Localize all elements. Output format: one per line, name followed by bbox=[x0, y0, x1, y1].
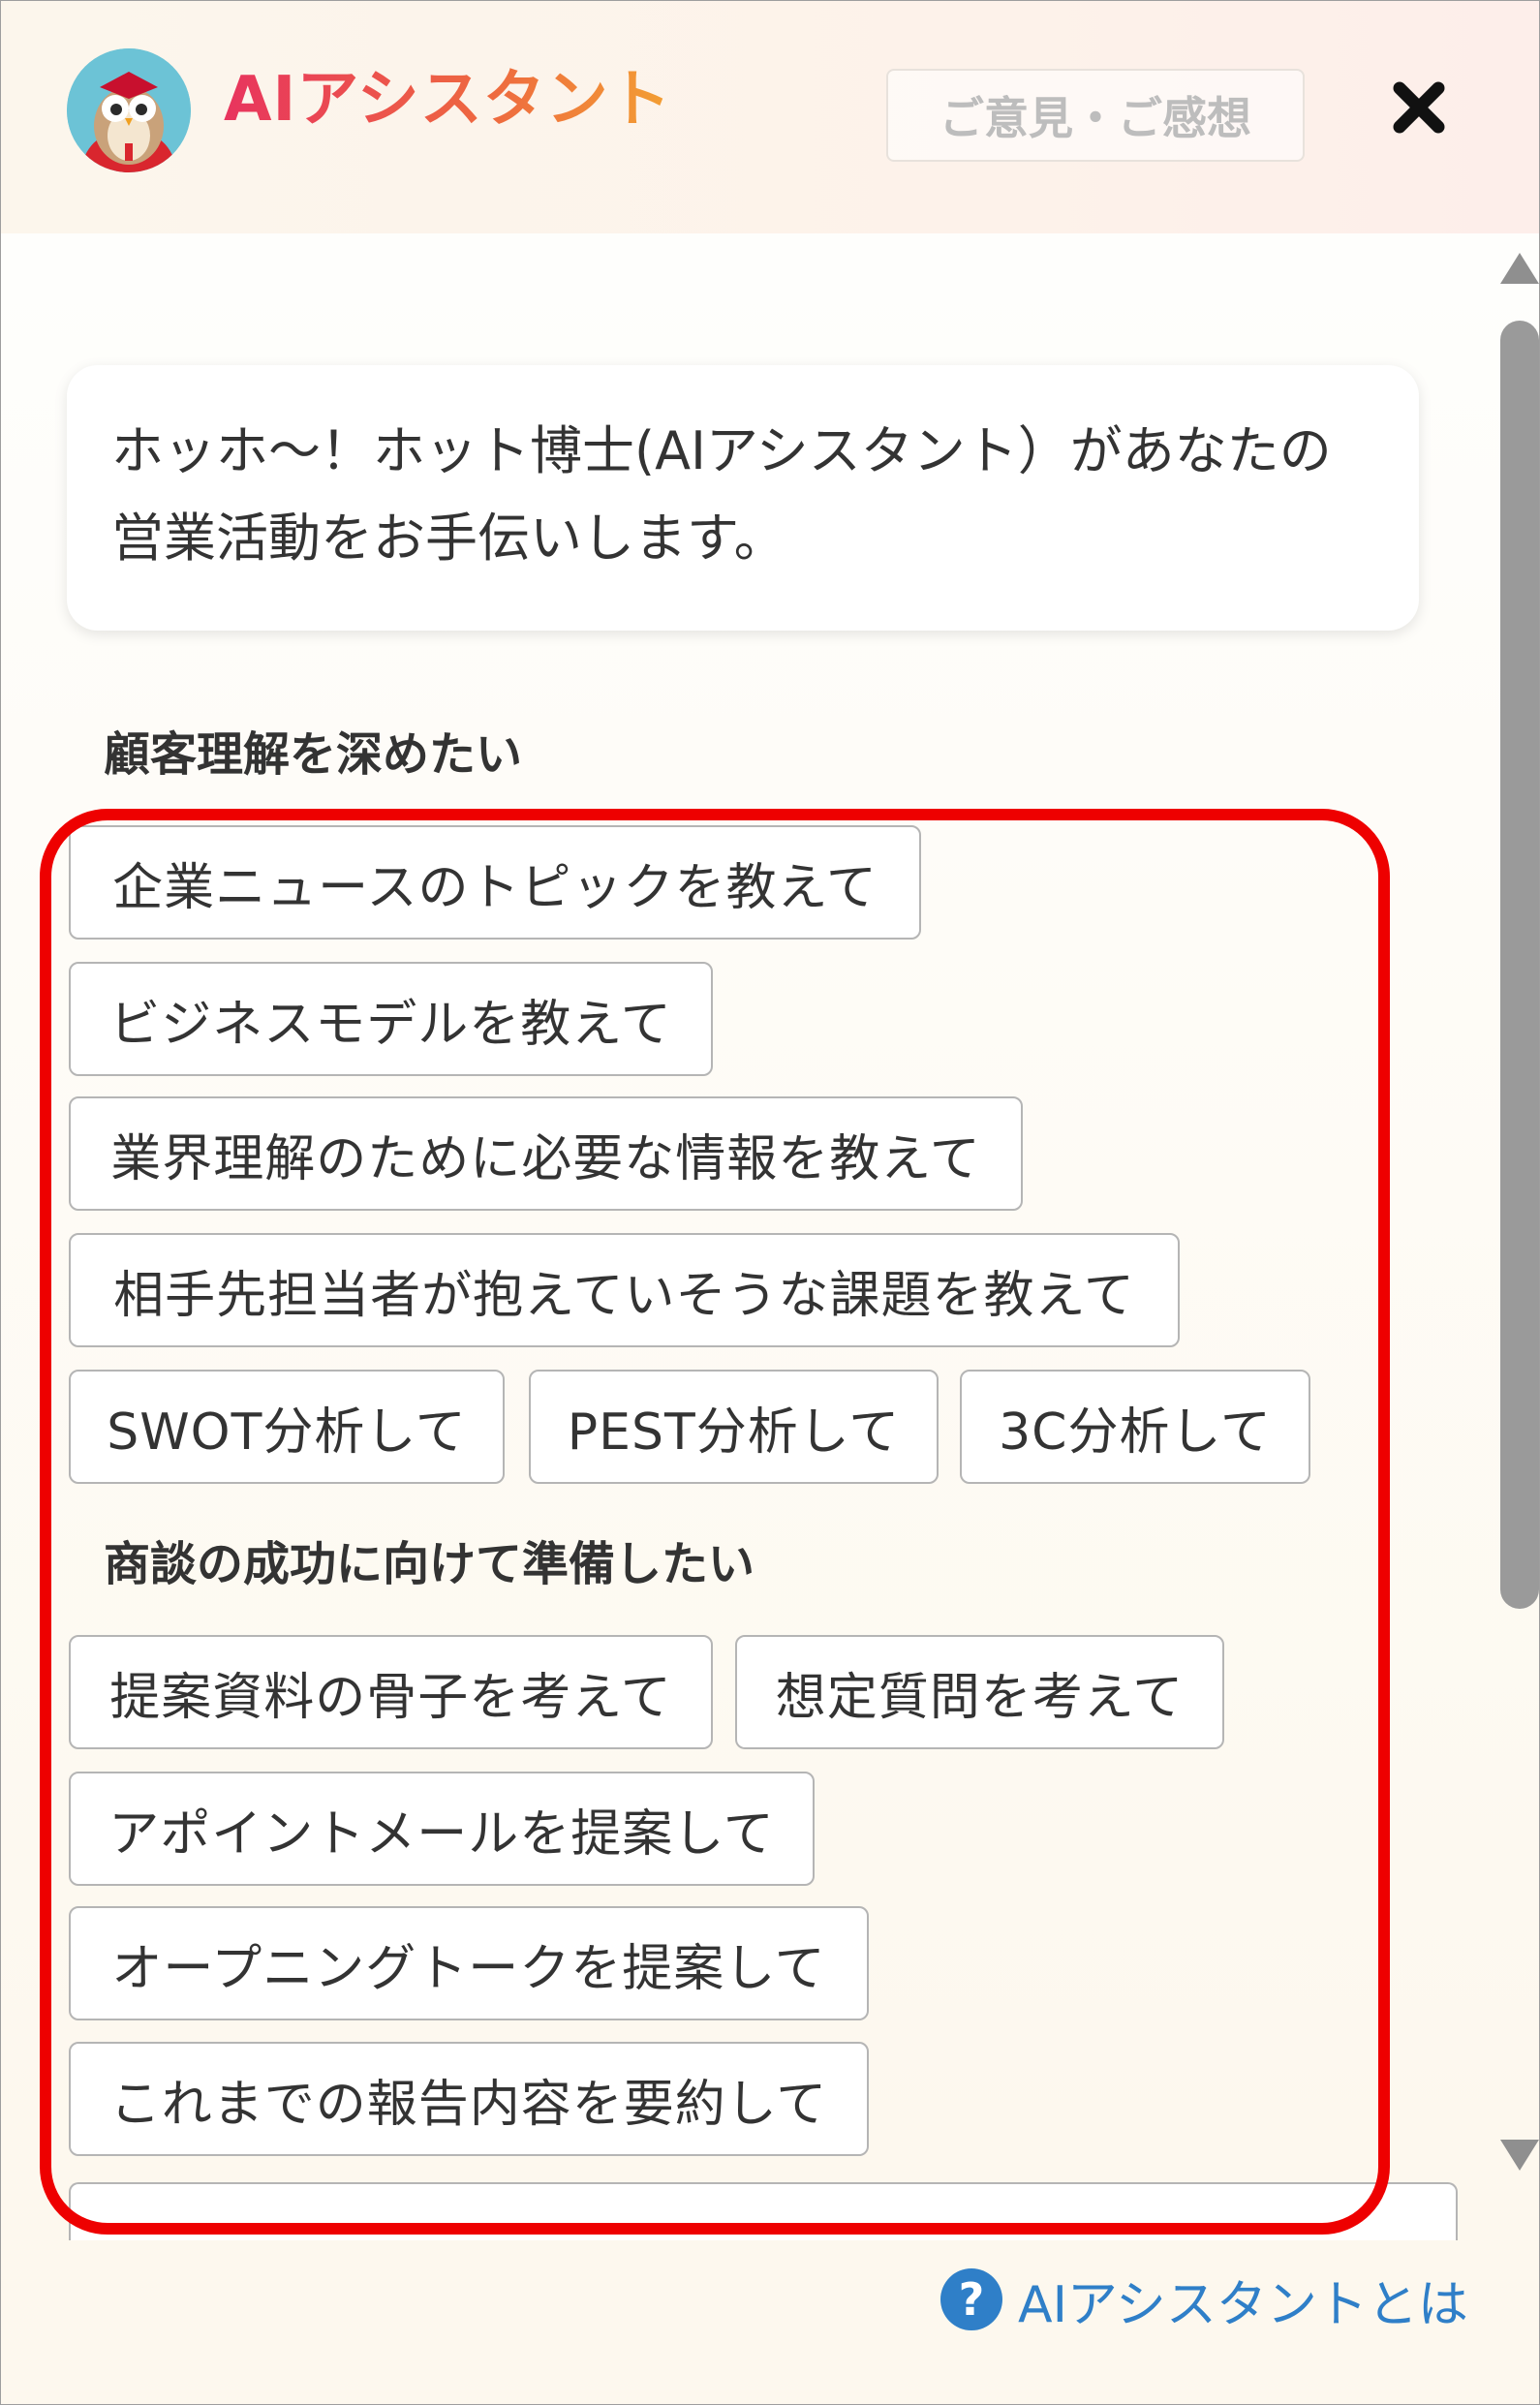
scroll-thumb[interactable] bbox=[1500, 321, 1539, 1609]
suggestion-chip[interactable]: PEST分析して bbox=[529, 1370, 939, 1484]
scroll-up-arrow-icon[interactable] bbox=[1500, 253, 1539, 284]
feedback-button[interactable]: ご意見・ご感想 bbox=[886, 69, 1305, 162]
app-title: AIアシスタント bbox=[224, 61, 672, 139]
suggestion-chip[interactable]: ビジネスモデルを教えて bbox=[69, 962, 713, 1076]
suggestion-chip[interactable]: アポイントメールを提案して bbox=[69, 1772, 815, 1886]
scrollbar[interactable] bbox=[1493, 253, 1539, 2180]
section-heading-meeting-preparation: 商談の成功に向けて準備したい bbox=[104, 1537, 755, 1591]
suggestion-chip[interactable]: 提案資料の骨子を考えて bbox=[69, 1635, 713, 1749]
suggestion-chip-partial[interactable] bbox=[69, 2182, 1458, 2240]
close-icon bbox=[1393, 81, 1445, 134]
owl-avatar-icon bbox=[67, 48, 191, 172]
scroll-down-arrow-icon[interactable] bbox=[1500, 2140, 1539, 2171]
suggestion-chip[interactable]: 3C分析して bbox=[960, 1370, 1310, 1484]
help-question-icon: ? bbox=[940, 2268, 1002, 2330]
suggestion-chip[interactable]: 企業ニュースのトピックを教えて bbox=[69, 825, 921, 940]
suggestion-chip[interactable]: オープニングトークを提案して bbox=[69, 1906, 869, 2020]
ai-assistant-panel: AIアシスタント ご意見・ご感想 ホッホ〜！ホット博士(AIアシスタント）があな… bbox=[0, 0, 1540, 2405]
intro-message-bubble: ホッホ〜！ホット博士(AIアシスタント）があなたの営業活動をお手伝いします。 bbox=[67, 365, 1419, 631]
suggestion-chip[interactable]: 業界理解のために必要な情報を教えて bbox=[69, 1096, 1023, 1211]
suggestion-chip[interactable]: これまでの報告内容を要約して bbox=[69, 2042, 869, 2156]
suggestion-chip[interactable]: 相手先担当者が抱えていそうな課題を教えて bbox=[69, 1233, 1180, 1347]
section-heading-customer-understanding: 顧客理解を深めたい bbox=[104, 727, 523, 782]
suggestion-chip[interactable]: SWOT分析して bbox=[69, 1370, 505, 1484]
about-link-label: AIアシスタントとは bbox=[1018, 2275, 1468, 2334]
close-button[interactable] bbox=[1382, 71, 1456, 144]
suggestion-chip[interactable]: 想定質問を考えて bbox=[735, 1635, 1224, 1749]
about-ai-assistant-link[interactable]: ? AIアシスタントとは bbox=[940, 2266, 1468, 2334]
panel-header: AIアシスタント ご意見・ご感想 bbox=[1, 1, 1539, 233]
